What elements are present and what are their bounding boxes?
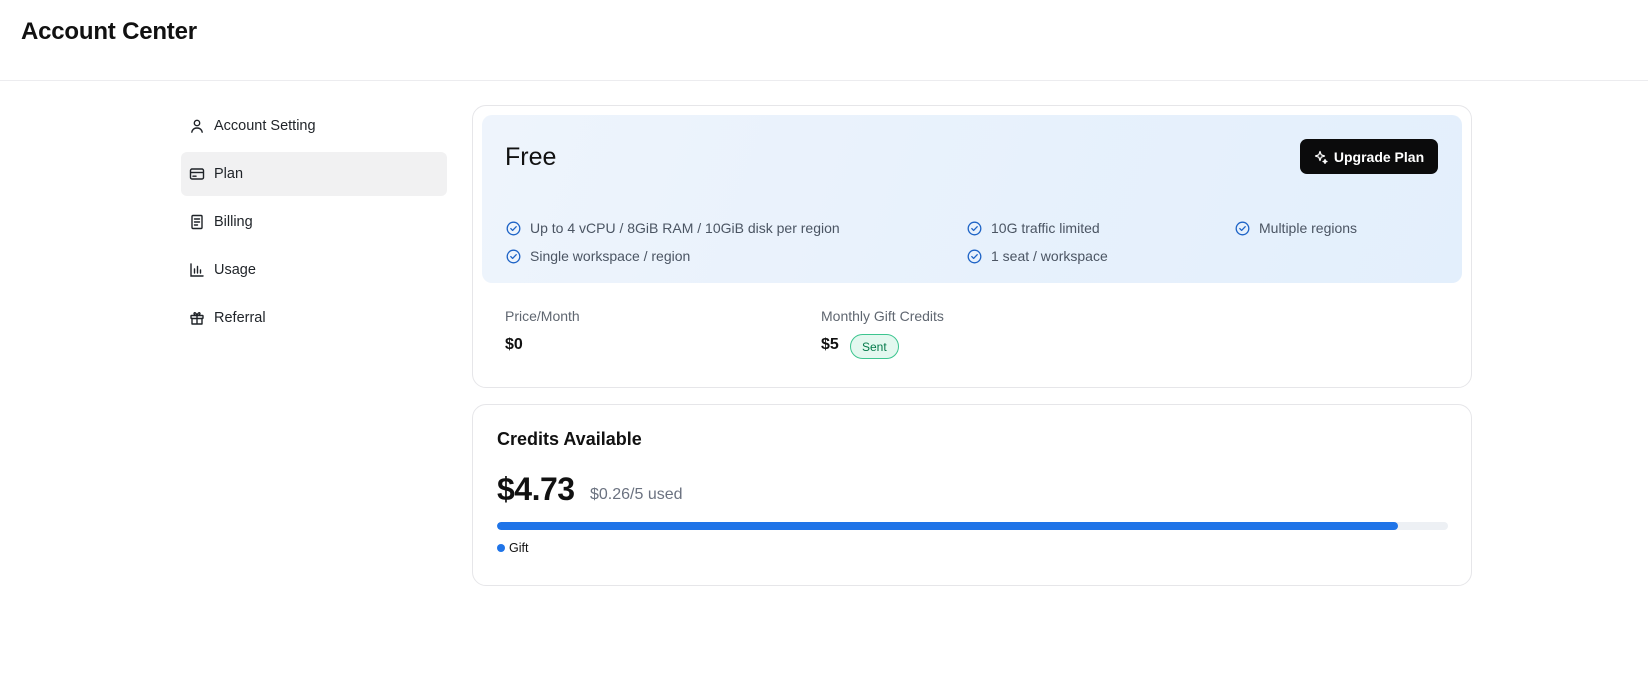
- gift-icon: [189, 310, 205, 326]
- credits-card: Credits Available $4.73 $0.26/5 used Gif…: [472, 404, 1472, 586]
- plan-feature: Multiple regions: [1235, 220, 1357, 236]
- sidebar-item-label: Account Setting: [214, 118, 316, 134]
- plan-feature-text: 10G traffic limited: [991, 220, 1100, 236]
- plan-summary-panel: Free Upgrade Plan Up to 4 vCPU / 8GiB RA…: [482, 115, 1462, 283]
- sidebar-item-plan[interactable]: Plan: [181, 152, 447, 196]
- receipt-icon: [189, 214, 205, 230]
- plan-feature-text: 1 seat / workspace: [991, 248, 1108, 264]
- plan-feature: Single workspace / region: [506, 248, 690, 264]
- legend-label: Gift: [509, 541, 529, 555]
- sidebar-item-usage[interactable]: Usage: [181, 248, 447, 292]
- credits-used-text: $0.26/5 used: [590, 486, 683, 503]
- price-label: Price/Month: [505, 308, 580, 324]
- credits-amount: $4.73: [497, 471, 575, 507]
- sidebar-item-label: Referral: [214, 310, 266, 326]
- plan-feature: 1 seat / workspace: [967, 248, 1108, 264]
- plan-feature-text: Multiple regions: [1259, 220, 1358, 236]
- gift-credits-value: $5: [821, 336, 839, 353]
- top-bar: Account Center: [0, 0, 1648, 81]
- check-circle-icon: [967, 249, 982, 264]
- bar-chart-icon: [189, 262, 205, 278]
- price-value: $0: [505, 336, 523, 353]
- upgrade-plan-button[interactable]: Upgrade Plan: [1300, 139, 1438, 174]
- page-title: Account Center: [21, 18, 197, 45]
- sidebar-item-label: Plan: [214, 166, 244, 182]
- plan-feature: Up to 4 vCPU / 8GiB RAM / 10GiB disk per…: [506, 220, 840, 236]
- plan-name: Free: [505, 143, 557, 171]
- sidebar-item-referral[interactable]: Referral: [181, 296, 447, 340]
- credits-title: Credits Available: [497, 429, 642, 449]
- upgrade-plan-label: Upgrade Plan: [1333, 148, 1425, 165]
- credits-progress-bar: [497, 522, 1448, 530]
- check-circle-icon: [967, 221, 982, 236]
- check-circle-icon: [506, 221, 521, 236]
- plan-feature: 10G traffic limited: [967, 220, 1100, 236]
- plan-feature-text: Up to 4 vCPU / 8GiB RAM / 10GiB disk per…: [530, 220, 840, 236]
- sidebar-item-label: Billing: [214, 214, 253, 230]
- credits-legend: Gift: [497, 541, 528, 555]
- status-badge: Sent: [850, 334, 899, 359]
- sidebar: Account Setting Plan Billing Usage Refer…: [181, 104, 447, 344]
- plan-feature-text: Single workspace / region: [530, 248, 691, 264]
- sidebar-item-billing[interactable]: Billing: [181, 200, 447, 244]
- sidebar-item-label: Usage: [214, 262, 256, 278]
- check-circle-icon: [1235, 221, 1250, 236]
- plan-card: Free Upgrade Plan Up to 4 vCPU / 8GiB RA…: [472, 105, 1472, 388]
- legend-dot: [497, 544, 505, 552]
- check-circle-icon: [506, 249, 521, 264]
- credits-progress-fill: [497, 522, 1398, 530]
- credit-card-icon: [189, 166, 205, 182]
- sparkle-icon: [1314, 150, 1328, 164]
- sidebar-item-account-setting[interactable]: Account Setting: [181, 104, 447, 148]
- user-icon: [189, 118, 205, 134]
- gift-credits-label: Monthly Gift Credits: [821, 308, 944, 324]
